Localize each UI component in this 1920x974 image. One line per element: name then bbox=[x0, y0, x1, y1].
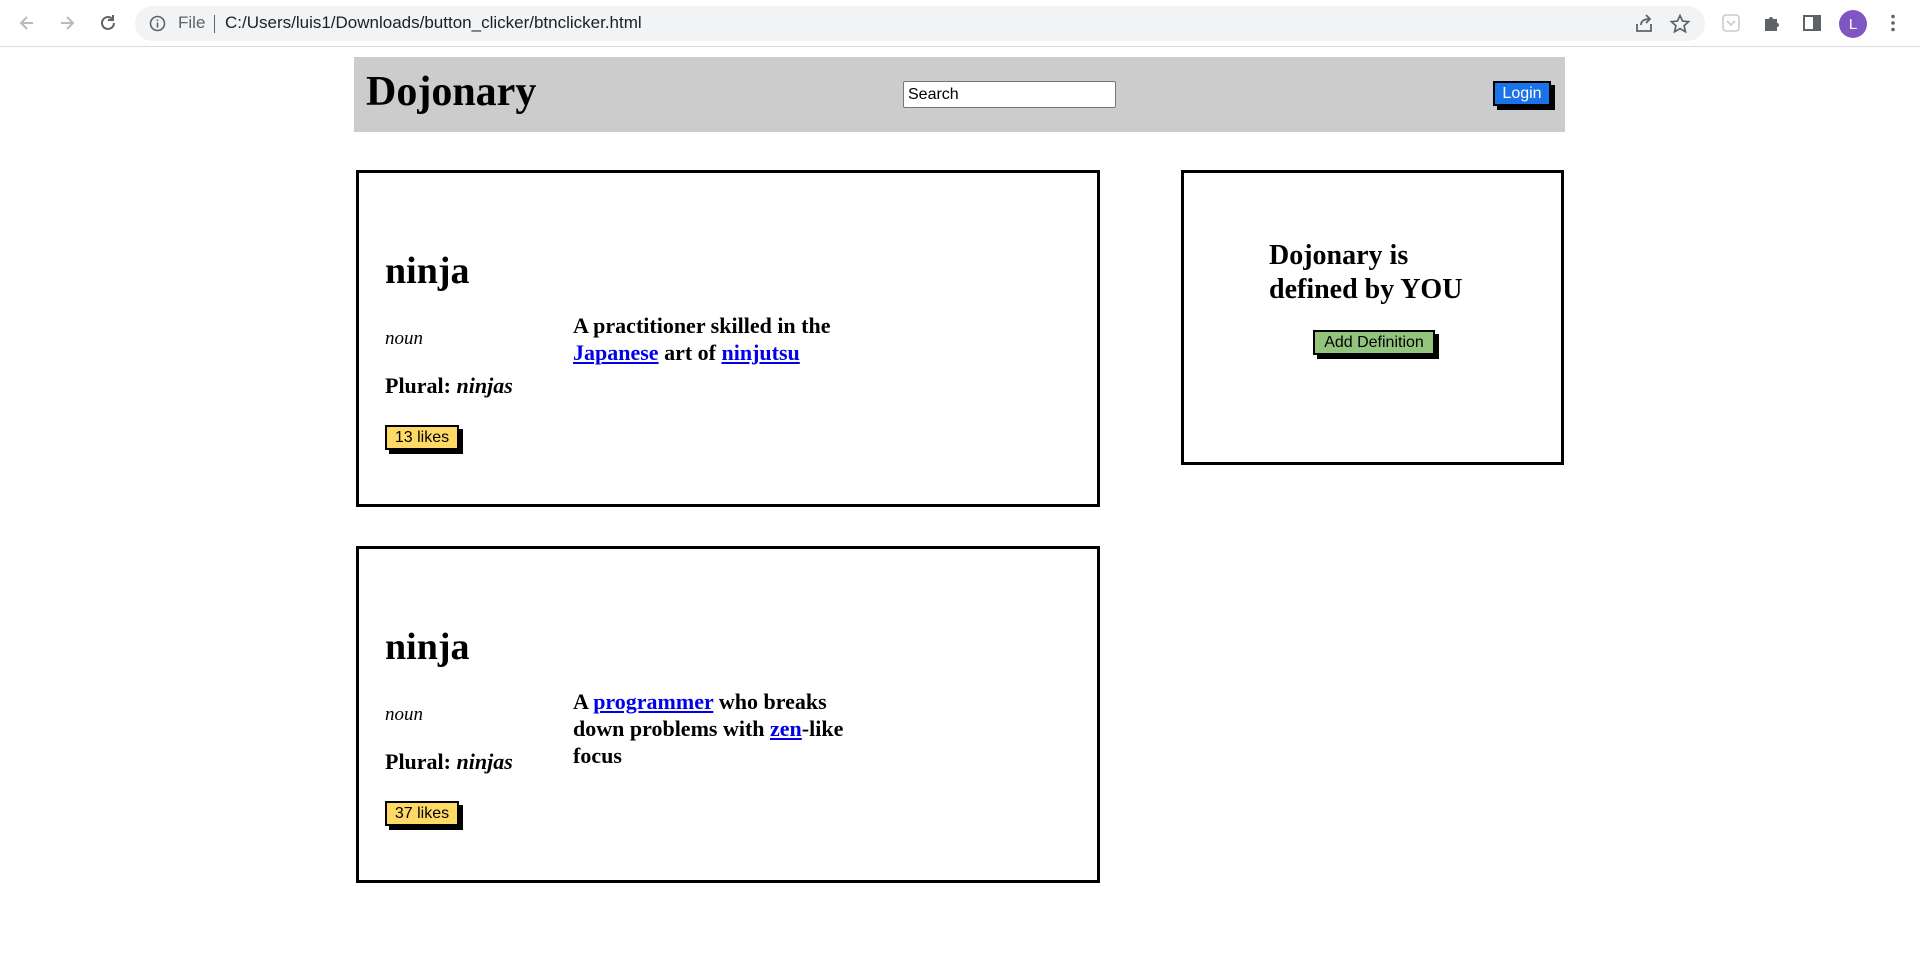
plural-label: Plural: bbox=[385, 749, 457, 774]
part-of-speech: noun bbox=[385, 704, 423, 725]
plural-label: Plural: bbox=[385, 373, 457, 398]
add-definition-button[interactable]: Add Definition bbox=[1313, 330, 1435, 355]
browser-toolbar: File C:/Users/luis1/Downloads/button_cli… bbox=[0, 0, 1920, 47]
plural-value: ninjas bbox=[456, 373, 513, 398]
divider bbox=[214, 15, 215, 33]
back-icon[interactable] bbox=[14, 10, 40, 36]
link-zen[interactable]: zen bbox=[770, 716, 802, 741]
url-text[interactable]: C:/Users/luis1/Downloads/button_clicker/… bbox=[225, 13, 642, 33]
info-icon[interactable] bbox=[149, 15, 166, 32]
scheme-label: File bbox=[178, 13, 206, 32]
forward-icon[interactable] bbox=[54, 10, 80, 36]
star-icon[interactable] bbox=[1669, 13, 1691, 35]
reload-icon[interactable] bbox=[95, 10, 121, 36]
site-header: Dojonary Login bbox=[354, 57, 1565, 132]
search-input[interactable] bbox=[903, 81, 1116, 108]
login-button[interactable]: Login bbox=[1493, 81, 1551, 106]
definition-fragment: A practitioner skilled in the bbox=[573, 313, 831, 338]
definition-fragment: A bbox=[573, 689, 594, 714]
menu-icon[interactable] bbox=[1882, 12, 1904, 34]
link-japanese[interactable]: Japanese bbox=[573, 340, 659, 365]
definition-fragment: art of bbox=[658, 340, 722, 365]
entry-word: ninja bbox=[385, 250, 470, 292]
definition-text: A programmer who breaks down problems wi… bbox=[573, 688, 873, 769]
plural-line: Plural: ninjas bbox=[385, 749, 513, 775]
side-panel-icon[interactable] bbox=[1801, 12, 1823, 34]
definition-card: ninja noun Plural: ninjas A practitioner… bbox=[356, 170, 1100, 507]
address-bar[interactable]: File C:/Users/luis1/Downloads/button_cli… bbox=[135, 6, 1705, 41]
definition-text: A practitioner skilled in the Japanese a… bbox=[573, 312, 873, 366]
likes-button[interactable]: 13 likes bbox=[385, 425, 459, 450]
site-title: Dojonary bbox=[366, 69, 537, 115]
link-ninjutsu[interactable]: ninjutsu bbox=[721, 340, 799, 365]
link-programmer[interactable]: programmer bbox=[593, 689, 713, 714]
part-of-speech: noun bbox=[385, 328, 423, 349]
puzzle-icon[interactable] bbox=[1761, 12, 1783, 34]
pocket-icon[interactable] bbox=[1720, 12, 1742, 34]
promo-heading: Dojonary is defined by YOU bbox=[1269, 240, 1463, 305]
promo-box: Dojonary is defined by YOU Add Definitio… bbox=[1181, 170, 1564, 465]
plural-line: Plural: ninjas bbox=[385, 373, 513, 399]
profile-avatar[interactable]: L bbox=[1839, 10, 1867, 38]
likes-button[interactable]: 37 likes bbox=[385, 801, 459, 826]
share-icon[interactable] bbox=[1633, 13, 1655, 35]
definition-card: ninja noun Plural: ninjas A programmer w… bbox=[356, 546, 1100, 883]
entry-word: ninja bbox=[385, 626, 470, 668]
plural-value: ninjas bbox=[456, 749, 513, 774]
